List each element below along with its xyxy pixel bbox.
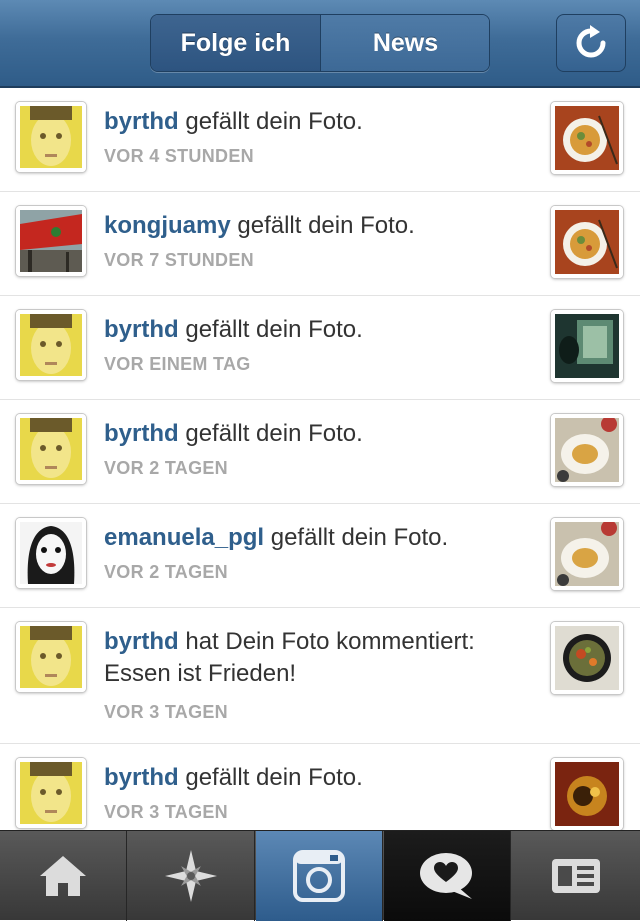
timestamp: VOR 4 STUNDEN <box>104 146 254 166</box>
photo-thumbnail[interactable] <box>551 206 623 278</box>
tab-news[interactable]: News <box>321 15 489 71</box>
username-link[interactable]: emanuela_pgl <box>104 524 264 551</box>
list-item[interactable]: byrthd gefällt dein Foto. VOR 2 TAGEN <box>0 400 640 504</box>
timestamp: VOR 7 STUNDEN <box>104 250 254 270</box>
list-item[interactable]: byrthd gefällt dein Foto. VOR 3 TAGEN <box>0 744 640 830</box>
news-text: byrthd gefällt dein Foto. <box>104 314 534 346</box>
refresh-icon <box>576 25 606 58</box>
news-icon <box>420 853 472 899</box>
photo-thumbnail[interactable] <box>551 758 623 830</box>
photo-thumbnail[interactable] <box>551 622 623 694</box>
username-link[interactable]: kongjuamy <box>104 212 231 239</box>
timestamp: VOR 3 TAGEN <box>104 702 228 722</box>
username-link[interactable]: byrthd <box>104 628 179 655</box>
tab-profile[interactable] <box>512 831 640 921</box>
news-text: byrthd gefällt dein Foto. <box>104 762 534 794</box>
news-text: byrthd gefällt dein Foto. <box>104 418 534 450</box>
photo-thumbnail[interactable] <box>551 102 623 174</box>
news-action: gefällt dein Foto. <box>178 316 363 343</box>
news-text: emanuela_pgl gefällt dein Foto. <box>104 522 534 554</box>
list-item[interactable]: byrthd hat Dein Foto kommentiert: Essen … <box>0 608 640 744</box>
photo-thumbnail[interactable] <box>551 518 623 590</box>
username-link[interactable]: byrthd <box>104 316 179 343</box>
camera-icon <box>293 850 345 902</box>
news-action: gefällt dein Foto. <box>178 420 363 447</box>
tab-home[interactable] <box>0 831 127 921</box>
photo-thumbnail[interactable] <box>551 310 623 382</box>
avatar[interactable] <box>16 758 86 828</box>
news-action: gefällt dein Foto. <box>230 212 415 239</box>
list-item[interactable]: byrthd gefällt dein Foto. VOR 4 STUNDEN <box>0 88 640 192</box>
list-item[interactable]: kongjuamy gefällt dein Foto. VOR 7 STUND… <box>0 192 640 296</box>
tab-camera[interactable] <box>256 831 383 921</box>
news-list[interactable]: byrthd gefällt dein Foto. VOR 4 STUNDEN … <box>0 88 640 830</box>
avatar[interactable] <box>16 518 86 588</box>
avatar[interactable] <box>16 622 86 692</box>
timestamp: VOR EINEM TAG <box>104 354 251 374</box>
list-item[interactable]: byrthd gefällt dein Foto. VOR EINEM TAG <box>0 296 640 400</box>
home-icon <box>40 856 86 896</box>
news-action: gefällt dein Foto. <box>264 524 449 551</box>
tab-following[interactable]: Folge ich <box>151 15 320 71</box>
list-item[interactable]: emanuela_pgl gefällt dein Foto. VOR 2 TA… <box>0 504 640 608</box>
refresh-button[interactable] <box>556 14 626 72</box>
avatar[interactable] <box>16 310 86 380</box>
bottom-tab-bar <box>0 830 640 921</box>
avatar[interactable] <box>16 102 86 172</box>
tab-news-activity[interactable] <box>384 831 511 921</box>
tab-explore[interactable] <box>128 831 255 921</box>
timestamp: VOR 3 TAGEN <box>104 802 228 822</box>
timestamp: VOR 2 TAGEN <box>104 458 228 478</box>
profile-icon <box>552 859 600 893</box>
news-text: byrthd gefällt dein Foto. <box>104 106 534 138</box>
username-link[interactable]: byrthd <box>104 420 179 447</box>
avatar[interactable] <box>16 414 86 484</box>
top-navigation-bar: Folge ich News <box>0 0 640 88</box>
news-text: byrthd hat Dein Foto kommentiert: Essen … <box>104 626 524 690</box>
news-text: kongjuamy gefällt dein Foto. <box>104 210 534 242</box>
photo-thumbnail[interactable] <box>551 414 623 486</box>
feed-segmented-control: Folge ich News <box>150 14 490 72</box>
news-action: gefällt dein Foto. <box>178 764 363 791</box>
timestamp: VOR 2 TAGEN <box>104 562 228 582</box>
username-link[interactable]: byrthd <box>104 108 179 135</box>
explore-icon <box>165 850 217 902</box>
username-link[interactable]: byrthd <box>104 764 179 791</box>
news-action: gefällt dein Foto. <box>178 108 363 135</box>
avatar[interactable] <box>16 206 86 276</box>
